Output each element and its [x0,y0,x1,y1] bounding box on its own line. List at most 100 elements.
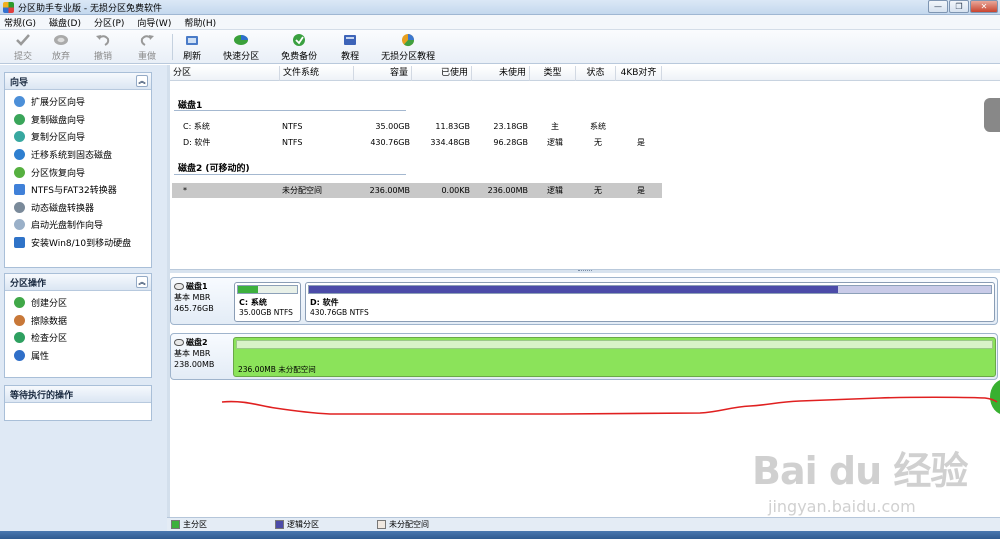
menu-general[interactable]: 常规(G) [4,16,36,29]
commit-button[interactable]: 提交 [14,30,32,64]
close-button[interactable]: ✕ [970,0,998,13]
wizard-item-label: 复制分区向导 [31,133,86,144]
wizard-win-to-go[interactable]: 安装Win8/10到移动硬盘 [5,234,151,252]
col-filesystem[interactable]: 文件系统 [280,66,354,81]
partition-unallocated[interactable]: 236.00MB 未分配空间 [233,337,996,377]
quick-partition-label: 快速分区 [223,52,260,62]
wizard-ntfs-fat32[interactable]: NTFS与FAT32转换器 [5,181,151,199]
menu-help[interactable]: 帮助(H) [184,16,216,29]
op-item-label: 创建分区 [31,299,68,310]
wizard-item-label: 扩展分区向导 [31,98,86,109]
op-properties[interactable]: 属性 [5,347,151,365]
op-item-label: 检查分区 [31,334,68,345]
wizard-boot-cd[interactable]: 启动光盘制作向导 [5,216,151,234]
column-headers: 分区 文件系统 容量 已使用 未使用 类型 状态 4KB对齐 [170,66,1000,81]
partition-d[interactable]: D: 软件 430.76GB NTFS [305,282,995,322]
partition-size: 236.00MB 未分配空间 [238,365,316,374]
menu-disk[interactable]: 磁盘(D) [49,16,81,29]
pending-panel-title: 等待执行的操作 [10,390,74,401]
disk2-group-label: 磁盘2 (可移动的) [178,164,250,174]
table-row-selected[interactable]: * 未分配空间 236.00MB 0.00KB 236.00MB 逻辑 无 是 [172,183,662,198]
op-create-partition[interactable]: 创建分区 [5,294,151,312]
collapse-wizard-button[interactable]: ︽ [136,75,148,87]
cell-partition: * [183,186,187,195]
table-row[interactable]: D: 软件 NTFS 430.76GB 334.48GB 96.28GB 逻辑 … [172,135,662,150]
table-row[interactable]: C: 系统 NTFS 35.00GB 11.83GB 23.18GB 主 系统 [172,119,662,134]
undo-button[interactable]: 撤销 [94,30,112,64]
cell-free: 96.28GB [493,138,528,147]
cell-status: 无 [594,138,602,147]
col-status[interactable]: 状态 [576,66,616,81]
redo-button[interactable]: 重做 [138,30,156,64]
cell-used: 11.83GB [435,122,470,131]
restore-button[interactable]: ❐ [949,0,969,13]
disk-icon [174,339,184,346]
sidebar: 向导 ︽ 扩展分区向导 复制磁盘向导 复制分区向导 迁移系统到固态磁盘 分区恢复… [0,65,167,539]
col-partition[interactable]: 分区 [170,66,280,81]
discard-icon [54,35,69,45]
unallocated-swatch [377,520,386,529]
wizard-item-label: NTFS与FAT32转换器 [31,186,117,197]
disk-kind: 基本 MBR [174,349,211,358]
cell-align: 是 [637,138,645,147]
wizard-partition-recovery[interactable]: 分区恢复向导 [5,163,151,181]
col-used[interactable]: 已使用 [412,66,472,81]
cell-free: 236.00MB [487,186,528,195]
legend-logical: 逻辑分区 [275,519,319,530]
partition-name: C: 系统 [239,298,267,307]
free-backup-button[interactable]: 免费备份 [281,30,317,64]
cell-used: 0.00KB [441,186,470,195]
refresh-button[interactable]: 刷新 [183,30,201,64]
primary-swatch [171,520,180,529]
group-divider [174,174,406,175]
minimize-button[interactable]: — [928,0,948,13]
pie-chart-icon [402,34,415,47]
op-check-partition[interactable]: 检查分区 [5,329,151,347]
col-4k-align[interactable]: 4KB对齐 [616,66,662,81]
col-free[interactable]: 未使用 [472,66,530,81]
disk-name: 磁盘2 [186,338,208,347]
wizard-copy-disk[interactable]: 复制磁盘向导 [5,111,151,129]
col-type[interactable]: 类型 [530,66,576,81]
checkmark-icon [16,34,30,46]
toolbar-separator [172,34,174,60]
wizard-copy-partition[interactable]: 复制分区向导 [5,128,151,146]
wizard-extend-partition[interactable]: 扩展分区向导 [5,93,151,111]
menu-partition[interactable]: 分区(P) [94,16,124,29]
cell-status: 系统 [590,122,606,131]
refresh-icon [186,36,199,45]
undo-icon [96,35,110,46]
cell-free: 23.18GB [493,122,528,131]
collapse-operations-button[interactable]: ︽ [136,276,148,288]
partition-size: 430.76GB NTFS [310,308,369,317]
cell-type: 主 [551,122,559,131]
disk-size: 465.76GB [174,304,214,313]
menu-wizard[interactable]: 向导(W) [137,16,171,29]
wizard-item-label: 动态磁盘转换器 [31,203,95,214]
lossless-tutorial-button[interactable]: 无损分区教程 [381,30,435,64]
toolbar: 提交 放弃 撤销 重做 刷新 快速分区 免费备份 教程 无损分区教程 [0,30,1000,64]
wizard-dynamic-disk[interactable]: 动态磁盘转换器 [5,199,151,217]
wizard-migrate-os[interactable]: 迁移系统到固态磁盘 [5,146,151,164]
tutorial-button[interactable]: 教程 [341,30,359,64]
redo-label: 重做 [138,52,157,62]
wizard-item-label: 分区恢复向导 [31,168,86,179]
op-wipe-data[interactable]: 擦除数据 [5,312,151,330]
partition-list: 分区 文件系统 容量 已使用 未使用 类型 状态 4KB对齐 磁盘1 C: 系统… [170,66,1000,269]
cell-fs: NTFS [282,138,303,147]
legend-primary: 主分区 [171,519,207,530]
disk1-card[interactable]: 磁盘1 基本 MBR 465.76GB C: 系统 35.00GB NTFS D… [170,277,998,325]
operations-panel-header: 分区操作 ︽ [5,274,151,291]
quick-partition-button[interactable]: 快速分区 [223,30,259,64]
operations-panel: 分区操作 ︽ 创建分区 擦除数据 检查分区 属性 [4,273,152,378]
side-tab[interactable] [984,98,1000,132]
refresh-label: 刷新 [183,52,202,62]
disk2-card[interactable]: 磁盘2 基本 MBR 238.00MB 236.00MB 未分配空间 [170,333,998,380]
cell-used: 334.48GB [430,138,470,147]
col-capacity[interactable]: 容量 [354,66,412,81]
partition-c[interactable]: C: 系统 35.00GB NTFS [234,282,301,322]
partition-name: D: 软件 [310,298,339,307]
discard-button[interactable]: 放弃 [52,30,70,64]
partition-usage-bar [237,285,298,294]
cell-status: 无 [594,186,602,195]
